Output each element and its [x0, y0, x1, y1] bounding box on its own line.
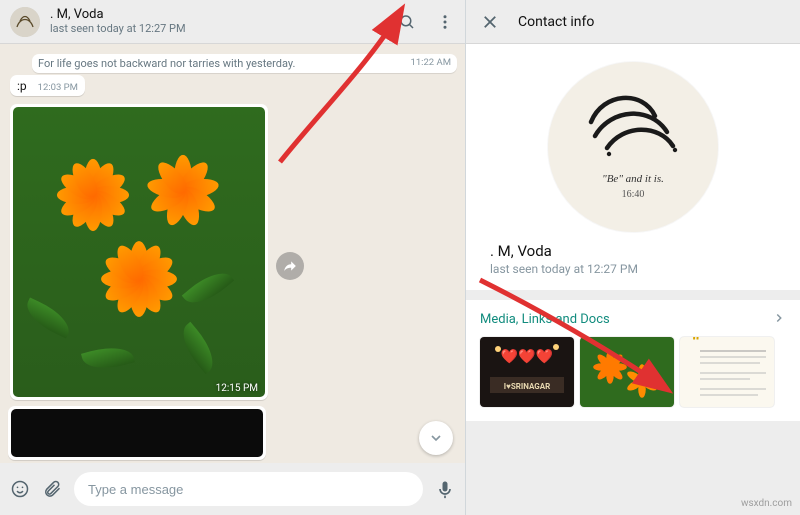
chat-header-text[interactable]: . M, Voda last seen today at 12:27 PM [50, 8, 397, 34]
close-icon[interactable] [480, 12, 500, 32]
message-quote[interactable]: For life goes not backward nor tarries w… [32, 54, 457, 73]
chevron-right-icon[interactable] [772, 310, 786, 329]
photo-content-dark [11, 409, 263, 457]
menu-icon[interactable] [435, 12, 455, 32]
search-icon[interactable] [397, 12, 417, 32]
media-thumb[interactable]: “ [680, 337, 774, 407]
contact-avatar-large[interactable]: "Be" and it is. 16:40 [548, 62, 718, 232]
media-links-docs-section[interactable]: Media, Links and Docs I♥SRINAGAR ❤️❤️❤️ [466, 300, 800, 421]
chat-input-bar [0, 463, 465, 515]
message-photo-dark[interactable] [8, 406, 266, 460]
media-section-title: Media, Links and Docs [480, 312, 610, 327]
contact-name: . M, Voda [50, 8, 397, 22]
message-text: For life goes not backward nor tarries w… [38, 57, 295, 70]
media-thumb[interactable] [580, 337, 674, 407]
profile-status: last seen today at 12:27 PM [466, 262, 638, 276]
message-text: :p [17, 79, 27, 93]
message-photo[interactable]: 12:15 PM [10, 104, 268, 400]
info-title: Contact info [518, 14, 594, 30]
message-input-box[interactable] [74, 472, 423, 506]
info-header: Contact info [466, 0, 800, 44]
svg-text:❤️❤️❤️: ❤️❤️❤️ [501, 348, 554, 365]
svg-text:I♥SRINAGAR: I♥SRINAGAR [504, 382, 550, 391]
contact-avatar-small[interactable] [10, 7, 40, 37]
chat-header: . M, Voda last seen today at 12:27 PM [0, 0, 465, 44]
forward-icon[interactable] [276, 252, 304, 280]
message-time: 12:15 PM [216, 383, 258, 394]
media-thumb[interactable]: I♥SRINAGAR ❤️❤️❤️ [480, 337, 574, 407]
contact-status: last seen today at 12:27 PM [50, 23, 397, 35]
svg-text:"Be" and it is.: "Be" and it is. [602, 173, 664, 185]
media-section-header[interactable]: Media, Links and Docs [480, 310, 786, 329]
chat-messages-area[interactable]: For life goes not backward nor tarries w… [0, 44, 465, 463]
chat-pane: . M, Voda last seen today at 12:27 PM Fo… [0, 0, 466, 515]
scroll-to-bottom-button[interactable] [419, 421, 453, 455]
message-time: 12:03 PM [38, 82, 78, 93]
photo-content [13, 107, 265, 397]
mic-icon[interactable] [435, 479, 455, 499]
attach-icon[interactable] [42, 479, 62, 499]
svg-text:16:40: 16:40 [622, 189, 645, 200]
emoji-icon[interactable] [10, 479, 30, 499]
svg-text:“: “ [692, 337, 700, 357]
chat-header-actions [397, 12, 455, 32]
profile-name: . M, Voda [466, 242, 552, 260]
message-text-short[interactable]: :p 12:03 PM [10, 75, 85, 96]
message-time: 11:22 AM [410, 57, 451, 68]
profile-card: "Be" and it is. 16:40 . M, Voda last see… [466, 44, 800, 290]
contact-info-panel: Contact info "Be" and it is. 16:40 . M, … [466, 0, 800, 515]
message-input[interactable] [88, 482, 409, 497]
media-thumbnails: I♥SRINAGAR ❤️❤️❤️ “ [480, 337, 786, 407]
